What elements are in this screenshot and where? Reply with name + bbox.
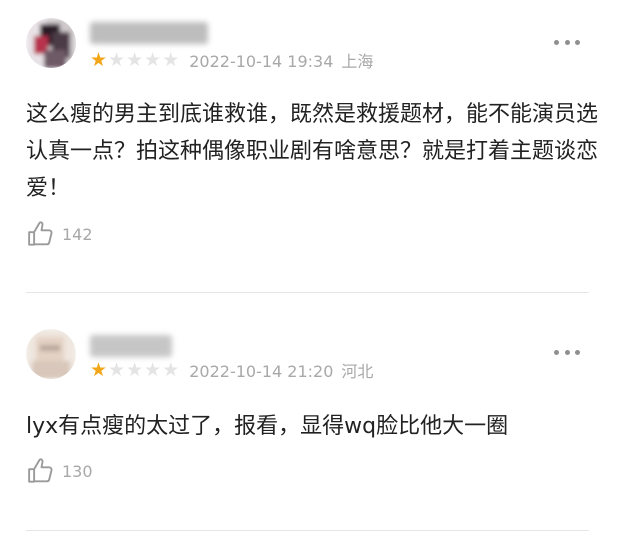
star-icon: ★ (90, 358, 108, 381)
like-count: 130 (62, 461, 93, 481)
thumbs-up-icon (28, 221, 53, 246)
star-icon: ★ (126, 358, 144, 381)
username-blurred[interactable] (90, 335, 172, 357)
star-icon: ★ (108, 358, 126, 381)
thumbs-up-icon (28, 458, 53, 483)
star-icon: ★ (126, 48, 144, 71)
username-blurred[interactable] (90, 22, 208, 44)
like-button[interactable]: 130 (26, 455, 93, 487)
divider (26, 292, 589, 293)
comment-location: 上海 (341, 52, 374, 71)
more-dots-icon[interactable] (554, 347, 580, 357)
star-rating: ★ ★ ★ ★ ★ (90, 48, 180, 71)
comment-date: 2022-10-14 19:34 (189, 52, 334, 71)
like-count: 142 (62, 224, 93, 244)
divider (26, 530, 589, 531)
star-rating: ★ ★ ★ ★ ★ (90, 358, 180, 381)
more-dots-icon[interactable] (554, 37, 580, 47)
comment-meta: ★ ★ ★ ★ ★ 2022-10-14 21:20 河北 (90, 358, 373, 382)
comment-text: lyx有点瘦的太过了，报看，显得wq脸比他大一圈 (26, 414, 509, 439)
comment-meta: ★ ★ ★ ★ ★ 2022-10-14 19:34 上海 (90, 48, 373, 72)
like-button[interactable]: 142 (26, 218, 93, 250)
comment-date: 2022-10-14 21:20 (189, 362, 334, 381)
star-icon: ★ (108, 48, 126, 71)
star-icon: ★ (162, 358, 180, 381)
comment-location: 河北 (341, 362, 374, 381)
star-icon: ★ (162, 48, 180, 71)
avatar[interactable] (26, 329, 76, 379)
comment-item: ★ ★ ★ ★ ★ 2022-10-14 21:20 河北 lyx有点瘦的太过了，… (0, 305, 640, 550)
star-icon: ★ (90, 48, 108, 71)
star-icon: ★ (144, 358, 162, 381)
star-icon: ★ (144, 48, 162, 71)
avatar[interactable] (26, 18, 76, 68)
comment-text: 这么瘦的男主到底谁救谁，既然是救援题材，能不能演员选认真一点？拍这种偶像职业剧有… (26, 102, 599, 201)
comment-item: ★ ★ ★ ★ ★ 2022-10-14 19:34 上海 这么瘦的男主到底谁救谁… (0, 0, 640, 292)
